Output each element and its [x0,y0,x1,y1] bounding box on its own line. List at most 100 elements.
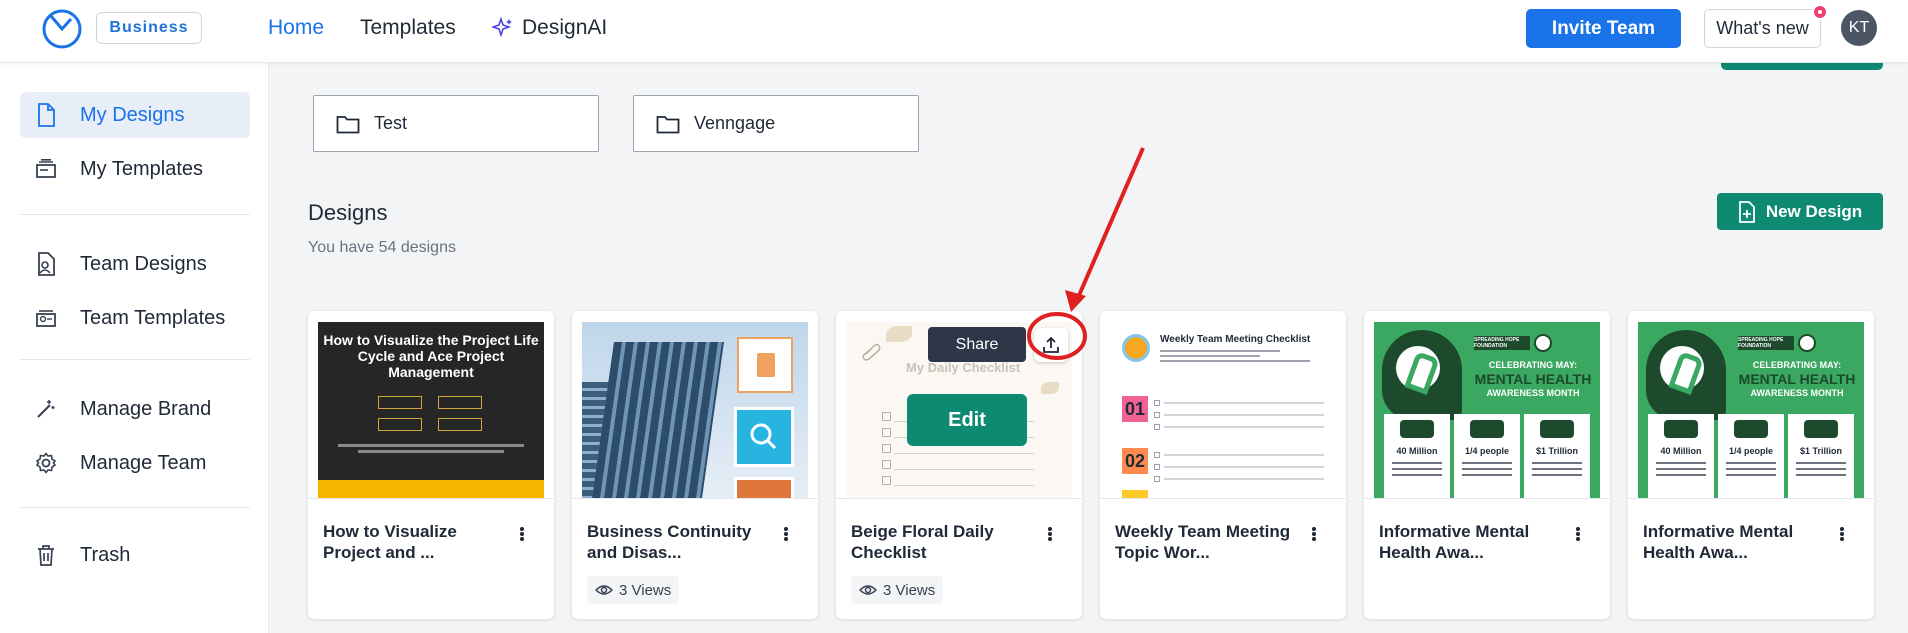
sidebar-item-my-designs[interactable]: My Designs [20,92,250,138]
new-design-label: New Design [1765,201,1863,221]
nav-designai[interactable]: DesignAI [492,16,607,40]
sidebar: My Designs My Templates Team Designs Tea… [0,63,269,633]
new-design-button[interactable]: New Design [1717,193,1883,230]
annotation-arrowhead [1065,290,1086,312]
stat-text-line [1796,474,1846,476]
checkbox-icon [882,444,891,453]
stat-column: $1 Trillion [1788,414,1854,498]
more-options-icon[interactable] [1307,524,1321,544]
card-divider [1100,498,1346,499]
card-title[interactable]: Informative Mental Health Awa... [1379,521,1559,563]
sidebar-item-manage-brand[interactable]: Manage Brand [20,386,250,432]
design-thumbnail[interactable]: SPREADING HOPE FOUNDATION CELEBRATING MA… [1638,322,1864,498]
sidebar-item-label: My Designs [80,103,185,126]
share-button[interactable] [1034,328,1068,362]
nav-home[interactable]: Home [268,16,324,40]
invite-team-button[interactable]: Invite Team [1526,9,1681,48]
upload-icon [1043,336,1059,353]
stat-text-line [1796,468,1846,470]
eye-icon [595,585,613,595]
step-number: 01 [1122,396,1148,422]
folder-test[interactable]: Test [313,95,599,152]
design-thumbnail[interactable]: My Daily Checklist Share Edit [846,322,1072,498]
sidebar-item-my-templates[interactable]: My Templates [20,146,250,192]
card-title[interactable]: How to Visualize Project and ... [323,521,503,563]
edit-button[interactable]: Edit [907,394,1027,446]
thumbnail-text-line [358,450,504,453]
folder-icon [336,114,360,134]
thumbnail-title: Weekly Team Meeting Checklist [1160,334,1311,345]
stat-text-line [1726,468,1776,470]
design-thumbnail[interactable]: SPREADING HOPE FOUNDATION CELEBRATING MA… [1374,322,1600,498]
more-options-icon[interactable] [1835,524,1849,544]
stat-text-line [1462,474,1512,476]
thumbnail-text-line [1160,350,1280,352]
people-icon [1470,420,1504,438]
folder-name: Test [374,113,408,133]
team-template-icon [33,305,59,331]
stat-text-line [1532,474,1582,476]
sidebar-item-manage-team[interactable]: Manage Team [20,440,250,486]
design-card[interactable]: Business Continuity and Disas... 3 Views [572,311,818,619]
nav-templates[interactable]: Templates [360,16,456,40]
card-divider [836,498,1082,499]
venngage-logo-icon[interactable] [41,7,83,49]
card-title[interactable]: Informative Mental Health Awa... [1643,521,1823,563]
money-icon [1540,420,1574,438]
design-card[interactable]: My Daily Checklist Share Edit Beige Flor… [836,311,1082,619]
sidebar-item-team-templates[interactable]: Team Templates [20,295,250,341]
folder-venngage[interactable]: Venngage [633,95,919,152]
thumbnail-text-line [1160,355,1260,357]
stat-column: 1/4 people [1454,414,1520,498]
design-card[interactable]: SPREADING HOPE FOUNDATION CELEBRATING MA… [1364,311,1610,619]
more-options-icon[interactable] [1043,524,1057,544]
design-thumbnail[interactable]: Weekly Team Meeting Checklist 01 02 [1110,322,1336,498]
sidebar-item-label: Manage Team [80,451,207,474]
top-bar: Business Home Templates DesignAI Invite … [0,0,1908,63]
more-options-icon[interactable] [779,524,793,544]
whats-new-button[interactable]: What's new [1704,9,1821,48]
foundation-badge: SPREADING HOPE FOUNDATION [1474,336,1530,350]
card-title[interactable]: Business Continuity and Disas... [587,521,767,563]
thumbnail-title: MENTAL HEALTH [1474,371,1592,387]
stat-value: $1 Trillion [1799,446,1842,456]
thumbnail-footer-bar [318,480,544,498]
stat-value: 40 Million [1396,446,1438,456]
checkbox-icon [1154,464,1160,470]
sidebar-item-label: Team Templates [80,306,226,329]
leaf-decoration [1041,382,1059,394]
smile-icon [1798,334,1816,352]
design-card[interactable]: How to Visualize the Project Life Cycle … [308,311,554,619]
thumbnail-text-line [338,444,524,447]
checkbox-icon [1154,424,1160,430]
design-card[interactable]: Weekly Team Meeting Checklist 01 02 Week… [1100,311,1346,619]
stat-text-line [1796,462,1846,464]
design-card[interactable]: SPREADING HOPE FOUNDATION CELEBRATING MA… [1628,311,1874,619]
sidebar-item-label: My Templates [80,157,204,180]
checkbox-icon [1154,412,1160,418]
checkbox-icon [1154,400,1160,406]
checklist-line [1164,466,1324,468]
thumbnail-title: MENTAL HEALTH [1738,371,1856,387]
more-options-icon[interactable] [1571,524,1585,544]
card-title[interactable]: Weekly Team Meeting Topic Wor... [1115,521,1295,563]
design-thumbnail[interactable]: How to Visualize the Project Life Cycle … [318,322,544,498]
sidebar-item-trash[interactable]: Trash [20,532,250,578]
thumbnail-subtitle: CELEBRATING MAY: [1752,360,1842,370]
thumbnail-box [438,418,482,431]
thumbnail-title: How to Visualize the Project Life Cycle … [323,332,539,380]
avatar[interactable]: KT [1841,10,1877,46]
designs-count: You have 54 designs [308,239,456,256]
logo-circle [1122,334,1150,362]
design-thumbnail[interactable] [582,322,808,498]
thumbnail-text-line [1160,360,1310,362]
annotation-arrow [1075,147,1145,301]
card-title[interactable]: Beige Floral Daily Checklist [851,521,1031,563]
sidebar-item-team-designs[interactable]: Team Designs [20,241,250,287]
checklist-line [894,469,1034,470]
more-options-icon[interactable] [515,524,529,544]
checkbox-icon [882,428,891,437]
folder-icon [656,114,680,134]
notification-dot [1812,4,1828,20]
leaf-decoration [886,326,912,342]
